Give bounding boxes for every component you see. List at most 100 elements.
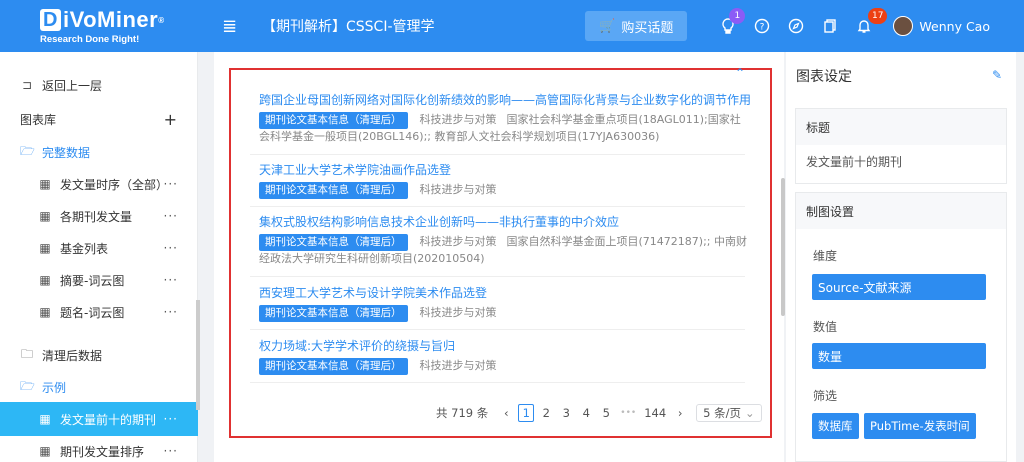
dimension-label: 维度 [813,249,838,263]
more-icon[interactable]: ··· [164,305,178,319]
category-tag: 期刊论文基本信息（清理后） [259,305,408,322]
more-icon[interactable]: ··· [164,412,178,426]
page-ellipsis[interactable]: ••• [618,404,638,422]
more-icon[interactable]: ··· [164,241,178,255]
logo-mark: D [40,9,61,31]
source-text: 科技进步与对策 [419,183,497,196]
page-3[interactable]: 3 [558,404,574,422]
folder-cleaned-data[interactable]: 🗀 清理后数据 [0,338,198,372]
filter-chip-database[interactable]: 数据库 [812,413,859,439]
help-icon[interactable]: ? [745,18,779,34]
menu-toggle-icon[interactable]: ≣ [222,16,262,37]
folder-open-icon: 🗁 [20,378,35,393]
sidebar-item-timeline[interactable]: ▦ 发文量时序（全部） ··· [0,167,198,201]
page-4[interactable]: 4 [578,404,594,422]
page-2[interactable]: 2 [538,404,554,422]
table-icon: ▦ [39,209,51,223]
sidebar-scrollbar[interactable] [196,300,200,410]
window-edge [1016,52,1024,462]
fund-text-cont: 会科学基金一般项目(20BGL146);; 教育部人文社会科学规划项目(17YJ… [259,130,660,143]
more-icon[interactable]: ··· [164,444,178,458]
folder-example[interactable]: 🗁 示例 [0,370,198,404]
tips-badge: 1 [729,8,746,24]
next-page-button[interactable]: › [672,404,688,422]
value-field[interactable]: 数量 [812,343,986,369]
chart-title-value[interactable]: 发文量前十的期刊 [796,145,1006,178]
more-icon[interactable]: ··· [164,209,178,223]
dimension-field[interactable]: Source-文献来源 [812,274,986,300]
fund-text: 国家社会科学基金重点项目(18AGL011);国家社 [506,113,741,126]
source-text: 科技进步与对策 [419,113,497,126]
table-icon: ▦ [39,444,51,458]
list-item: 天津工业大学艺术学院油画作品选登 期刊论文基本信息（清理后） 科技进步与对策 [259,162,749,199]
source-text: 科技进步与对策 [419,359,497,372]
buy-topic-button[interactable]: 🛒 购买话题 [585,11,688,41]
source-text: 科技进步与对策 [419,235,497,248]
table-icon: ▦ [39,177,51,191]
sidebar-item-title-wordcloud[interactable]: ▦ 题名-词云图 ··· [0,295,198,329]
sidebar-item-fund-list[interactable]: ▦ 基金列表 ··· [0,231,198,265]
avatar [893,16,914,36]
page-size-select[interactable]: 5 条/页 ⌄ [696,404,762,422]
user-menu[interactable]: Wenny Cao [893,16,990,36]
copy-icon[interactable] [813,18,847,34]
sidebar-item-journal-ranking[interactable]: ▦ 期刊发文量排序 ··· [0,434,198,462]
list-item: 权力场域:大学学术评价的绕摄与旨归 期刊论文基本信息（清理后） 科技进步与对策 [259,338,749,375]
total-count: 共 719 条 [436,406,489,420]
title-section: 标题 发文量前十的期刊 [795,108,1007,184]
fund-text-cont: 经政法大学研究生科研创新项目(202010504) [259,252,485,265]
folder-complete-data[interactable]: 🗁 完整数据 [0,135,198,169]
article-title-link[interactable]: 权力场域:大学学术评价的绕摄与旨归 [259,338,749,354]
edit-icon[interactable]: ✎ [992,68,1002,82]
table-icon: ▦ [39,305,51,319]
article-title-link[interactable]: 跨国企业母国创新网络对国际化创新绩效的影响——高管国际化背景与企业数字化的调节作… [259,92,751,108]
sidebar-item-abstract-wordcloud[interactable]: ▦ 摘要-词云图 ··· [0,263,198,297]
category-tag: 期刊论文基本信息（清理后） [259,234,408,251]
back-icon: ⊐ [21,78,33,92]
cart-icon: 🛒 [599,18,616,34]
filter-label: 筛选 [813,389,838,403]
bell-icon[interactable]: 17 [847,8,888,34]
logo-text: iVoMiner [62,7,159,32]
page-size-value: 5 条/页 [703,406,742,420]
top-header: DiVoMiner ® Research Done Right! ≣ 【期刊解析】… [0,0,1024,52]
more-icon[interactable]: ··· [164,273,178,287]
prev-page-button[interactable]: ‹ [498,404,514,422]
sidebar-item-journal-count[interactable]: ▦ 各期刊发文量 ··· [0,199,198,233]
back-button[interactable]: ⊐ 返回上一层 [0,68,198,102]
category-tag: 期刊论文基本信息（清理后） [259,358,408,375]
lightbulb-icon[interactable]: 1 [711,8,746,34]
main-scrollbar[interactable] [781,178,785,316]
divider [250,276,745,277]
add-icon[interactable]: + [164,110,178,129]
divider [250,329,745,330]
value-label: 数值 [813,320,838,334]
folder-open-icon: 🗁 [20,143,35,158]
article-title-link[interactable]: 天津工业大学艺术学院油画作品选登 [259,162,749,178]
section-header: 标题 [796,109,1006,145]
chevron-down-icon: ⌄ [745,406,755,420]
article-title-link[interactable]: 集权式股权结构影响信息技术企业创新吗——非执行董事的中介效应 [259,214,749,230]
page-1[interactable]: 1 [518,404,535,422]
svg-text:?: ? [760,23,765,33]
list-item: 西安理工大学艺术与设计学院美术作品选登 期刊论文基本信息（清理后） 科技进步与对策 [259,285,749,322]
list-item: 跨国企业母国创新网络对国际化创新绩效的影响——高管国际化背景与企业数字化的调节作… [259,92,751,144]
divider [250,154,745,155]
page-title: 【期刊解析】CSSCI-管理学 [262,19,435,35]
logo[interactable]: DiVoMiner ® Research Done Right! [0,0,200,52]
sidebar-item-top-journals[interactable]: ▦ 发文量前十的期刊 ··· [0,402,198,436]
chart-library-header: 图表库 + [20,109,178,129]
collapse-up-icon[interactable]: ⌃ [735,66,745,80]
buy-topic-label: 购买话题 [621,20,674,36]
filter-chip-pubtime[interactable]: PubTime-发表时间 [864,413,976,439]
page-last[interactable]: 144 [642,404,668,422]
category-tag: 期刊论文基本信息（清理后） [259,182,408,199]
folder-icon: 🗀 [20,346,33,361]
divider [250,382,745,383]
page-5[interactable]: 5 [598,404,614,422]
more-icon[interactable]: ··· [164,177,178,191]
source-text: 科技进步与对策 [419,306,497,319]
compass-icon[interactable] [779,18,813,34]
table-icon: ▦ [39,241,51,255]
article-title-link[interactable]: 西安理工大学艺术与设计学院美术作品选登 [259,285,749,301]
